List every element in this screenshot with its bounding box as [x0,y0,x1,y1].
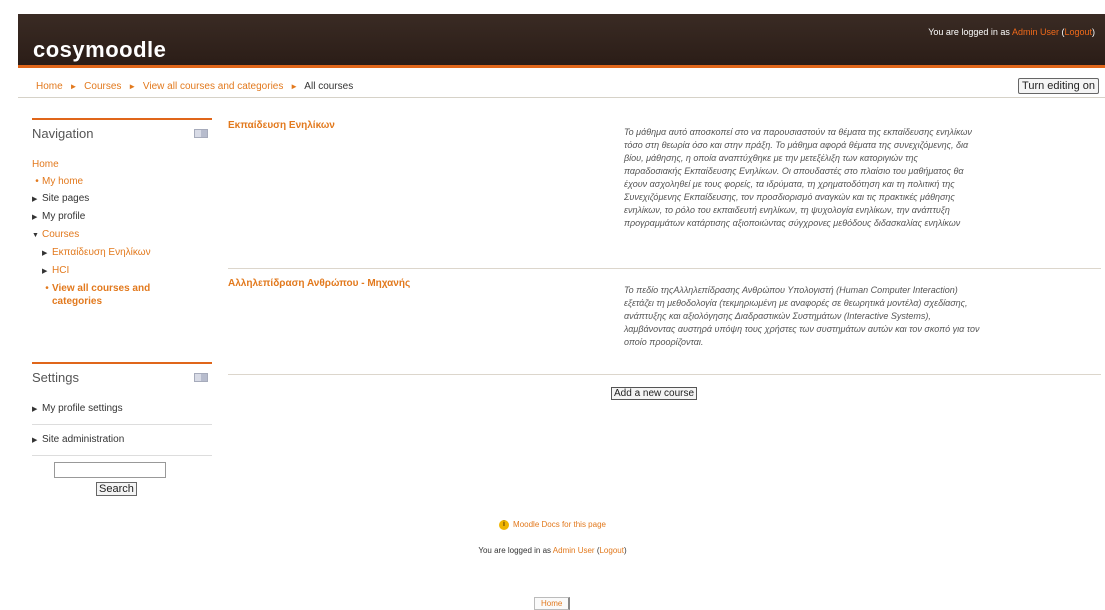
nav-item-site-pages[interactable]: ▶ Site pages [32,190,212,208]
nav-my-home-link[interactable]: My home [42,176,83,187]
search-button[interactable]: Search [96,482,137,496]
nav-item-my-profile[interactable]: ▶ My profile [32,208,212,226]
triangle-right-icon: ▶ [32,406,38,413]
footer-logout-paren-close: ) [623,546,627,555]
site-logo[interactable]: cosymoodle [33,37,166,63]
navigation-title: Navigation [32,126,94,141]
breadcrumb-separator-icon: ► [290,82,299,91]
summary-line: ενηλίκων, το ρόλο του εκπαιδευτή ενηλίκω… [624,205,950,215]
breadcrumb-home[interactable]: Home [36,81,63,92]
summary-line: προγραμμάτων κατάρτισης αξιοποιώντας σύγ… [624,218,961,228]
settings-item-site-admin[interactable]: ▶ Site administration [32,427,212,456]
settings-item-my-profile[interactable]: ▶ My profile settings [32,396,212,425]
footer-home-button[interactable]: Home [534,597,571,610]
course-summary: Το πεδίο τηςΑλληλεπίδρασης Ανθρώπου Υπολ… [624,284,1100,349]
course-box: Εκπαίδευση Ενηλίκων Το μάθημα αυτό αποσκ… [228,120,1101,269]
course-summary: Το μάθημα αυτό αποσκοπεί στο να παρουσια… [624,126,1100,230]
logout-link[interactable]: Logout [1064,27,1092,37]
footer-logout-link[interactable]: Logout [599,546,623,555]
breadcrumb: Home ► Courses ► View all courses and ca… [36,81,353,92]
user-link[interactable]: Admin User [1012,27,1059,37]
settings-title: Settings [32,370,79,385]
search-form: Search [54,462,166,496]
dock-block-icon[interactable] [194,129,208,138]
bullet-icon: • [35,176,39,187]
summary-line: Το πεδίο τηςΑλληλεπίδρασης Ανθρώπου Υπολ… [624,285,958,295]
settings-block: Settings ▶ My profile settings ▶ Site admi… [32,362,212,496]
nav-item-courses[interactable]: ▼ Courses [32,226,212,244]
nav-courses-link[interactable]: Courses [42,229,79,240]
moodle-docs: i Moodle Docs for this page [0,520,1105,530]
triangle-right-icon: ▶ [32,214,38,221]
navigation-block: Navigation Home • My home ▶ Site pages ▶ My… [32,118,212,308]
login-info: You are logged in as Admin User (Logout) [928,27,1095,37]
breadcrumb-separator-icon: ► [128,82,137,91]
settings-site-admin-label: Site administration [42,434,125,445]
footer-user-link[interactable]: Admin User [553,546,595,555]
logout-paren-close: ) [1092,27,1095,37]
dock-block-icon[interactable] [194,373,208,382]
nav-item-home[interactable]: Home [32,156,212,173]
footer-login-prefix: You are logged in as [478,546,553,555]
breadcrumb-courses[interactable]: Courses [84,81,121,92]
page-header: cosymoodle You are logged in as Admin Us… [18,14,1105,68]
login-prefix: You are logged in as [928,27,1012,37]
nav-view-all-link-2[interactable]: categories [52,296,102,307]
triangle-right-icon: ▶ [32,437,38,444]
moodle-docs-link[interactable]: Moodle Docs for this page [513,520,606,529]
summary-line: Συνεχιζόμενης Εκπαίδευσης, τον προσδιορι… [624,192,955,202]
summary-line: τόσο στη θεωρία όσο και στην πράξη. Το μ… [624,140,969,150]
course-box: Αλληλεπίδραση Ανθρώπου - Μηχανής Το πεδί… [228,278,1101,375]
footer-login-info: You are logged in as Admin User (Logout) [0,546,1105,555]
search-input[interactable] [54,462,166,478]
summary-line: ανάπτυξης και αξιολόγησης Διαδραστικών Σ… [624,311,931,321]
triangle-right-icon: ▶ [32,196,38,203]
breadcrumb-view-all[interactable]: View all courses and categories [143,81,283,92]
summary-line: λαμβάνοντας αυστηρά υπόψη τους χρήστες τ… [624,324,980,334]
nav-home-link[interactable]: Home [32,159,59,170]
nav-course-adult-ed-link[interactable]: Εκπαίδευση Ενηλίκων [52,247,151,258]
nav-item-my-home[interactable]: • My home [32,173,212,190]
navbar: Home ► Courses ► View all courses and ca… [18,74,1105,98]
navigation-block-header: Navigation [32,118,212,148]
nav-course-hci-link[interactable]: HCI [52,265,69,276]
summary-line: οποίο προορίζονται. [624,337,704,347]
nav-item-course-hci[interactable]: ▶ HCI [32,262,212,280]
nav-item-view-all[interactable]: • View all courses and categories [32,280,212,308]
summary-line: παραδοσιακής Εκπαίδευσης Ενηλίκων. Οι σπ… [624,166,964,176]
navigation-tree: Home • My home ▶ Site pages ▶ My profile ▼ C… [32,156,212,308]
turn-editing-on-button[interactable]: Turn editing on [1018,78,1099,94]
add-new-course-button[interactable]: Add a new course [611,387,698,400]
settings-block-header: Settings [32,362,212,392]
triangle-right-icon: ▶ [42,268,48,275]
summary-line: βίου, μάθησης, η οποία αναπτύχθηκε με τη… [624,153,918,163]
nav-view-all-link-1[interactable]: View all courses and [52,283,150,294]
nav-site-pages-label: Site pages [42,193,90,204]
settings-my-profile-label: My profile settings [42,403,123,414]
nav-my-profile-label: My profile [42,211,86,222]
nav-item-course-adult-ed[interactable]: ▶ Εκπαίδευση Ενηλίκων [32,244,212,262]
summary-line: Το μάθημα αυτό αποσκοπεί στο να παρουσια… [624,127,972,137]
triangle-right-icon: ▶ [42,250,48,257]
bullet-icon: • [45,283,49,294]
course-name-link[interactable]: Εκπαίδευση Ενηλίκων [228,120,335,131]
triangle-down-icon: ▼ [32,232,39,239]
course-name-link[interactable]: Αλληλεπίδραση Ανθρώπου - Μηχανής [228,278,410,289]
moodle-docs-icon: i [499,520,510,530]
breadcrumb-separator-icon: ► [69,82,78,91]
summary-line: έχουν ασχοληθεί με τους φορείς, τα ιδρύμ… [624,179,955,189]
summary-line: εξετάζει τη μεθοδολογία (τεκμηριωμένη με… [624,298,968,308]
breadcrumb-current: All courses [304,81,354,92]
